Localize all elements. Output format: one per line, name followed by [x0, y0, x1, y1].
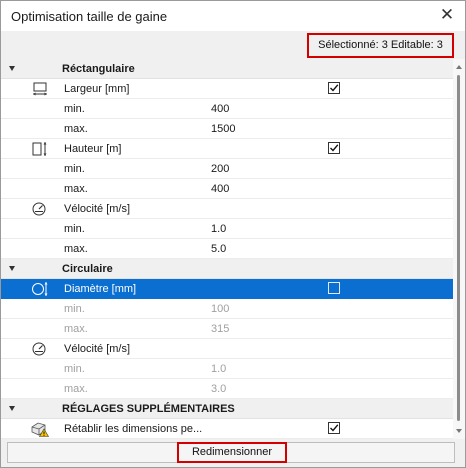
selection-info-bar: Sélectionné: 3 Editable: 3 — [1, 31, 465, 60]
param-min-row[interactable]: min. 1.0 — [1, 359, 465, 379]
min-label: min. — [64, 103, 85, 115]
param-max-row[interactable]: max. 5.0 — [1, 239, 465, 259]
param-max-row[interactable]: max. 1500 — [1, 119, 465, 139]
param-label: Rétablir les dimensions pe... — [64, 423, 203, 435]
max-label: max. — [64, 183, 88, 195]
param-min-row[interactable]: min. 100 — [1, 299, 465, 319]
max-label: max. — [64, 123, 88, 135]
param-row-hauteur[interactable]: Hauteur [m] — [1, 139, 465, 159]
group-header-additional-settings[interactable]: RÉGLAGES SUPPLÉMENTAIRES — [1, 399, 465, 419]
title-bar: Optimisation taille de gaine ✕ — [1, 1, 465, 31]
largeur-checkbox[interactable] — [328, 82, 340, 94]
height-icon — [31, 141, 49, 157]
max-value[interactable]: 400 — [211, 183, 229, 195]
collapse-triangle-icon[interactable] — [9, 266, 15, 271]
group-label: Circulaire — [62, 263, 113, 275]
max-value[interactable]: 3.0 — [211, 383, 226, 395]
param-max-row[interactable]: max. 400 — [1, 179, 465, 199]
retablir-checkbox[interactable] — [328, 422, 340, 434]
min-label: min. — [64, 363, 85, 375]
vertical-scrollbar[interactable] — [453, 59, 465, 439]
min-value[interactable]: 1.0 — [211, 363, 226, 375]
max-value[interactable]: 5.0 — [211, 243, 226, 255]
collapse-triangle-icon[interactable] — [9, 406, 15, 411]
min-label: min. — [64, 303, 85, 315]
group-header-rectangular[interactable]: Réctangulaire — [1, 59, 465, 79]
max-value[interactable]: 1500 — [211, 123, 235, 135]
min-value[interactable]: 400 — [211, 103, 229, 115]
param-row-velocite[interactable]: Vélocité [m/s] — [1, 199, 465, 219]
min-label: min. — [64, 163, 85, 175]
scroll-up-icon[interactable] — [456, 65, 462, 69]
max-value[interactable]: 315 — [211, 323, 229, 335]
min-label: min. — [64, 223, 85, 235]
param-label: Vélocité [m/s] — [64, 343, 131, 355]
diameter-icon — [31, 281, 49, 297]
hauteur-checkbox[interactable] — [328, 142, 340, 154]
param-max-row[interactable]: max. 315 — [1, 319, 465, 339]
close-icon[interactable]: ✕ — [437, 5, 457, 25]
duct-size-optimization-dialog: Optimisation taille de gaine ✕ Sélection… — [0, 0, 466, 468]
param-row-retablir[interactable]: Rétablir les dimensions pe... — [1, 419, 465, 439]
dialog-footer: Redimensionner — [1, 439, 465, 467]
max-label: max. — [64, 383, 88, 395]
velocity-gauge-icon — [31, 341, 49, 357]
selection-status: Sélectionné: 3 Editable: 3 — [307, 33, 454, 58]
collapse-triangle-icon[interactable] — [9, 66, 15, 71]
min-value[interactable]: 1.0 — [211, 223, 226, 235]
max-label: max. — [64, 323, 88, 335]
velocity-gauge-icon — [31, 201, 49, 217]
diametre-checkbox[interactable] — [328, 282, 340, 294]
param-label: Hauteur [m] — [64, 143, 122, 155]
window-title: Optimisation taille de gaine — [11, 9, 168, 24]
param-label: Diamètre [mm] — [64, 283, 137, 295]
max-label: max. — [64, 243, 88, 255]
scrollbar-thumb[interactable] — [457, 75, 460, 421]
param-min-row[interactable]: min. 200 — [1, 159, 465, 179]
param-min-row[interactable]: min. 400 — [1, 99, 465, 119]
parameter-grid: Réctangulaire Largeur [mm] min. 400 max.… — [1, 59, 465, 439]
param-row-largeur[interactable]: Largeur [mm] — [1, 79, 465, 99]
param-max-row[interactable]: max. 3.0 — [1, 379, 465, 399]
resize-button-label: Redimensionner — [177, 442, 287, 463]
param-row-velocite-circ[interactable]: Vélocité [m/s] — [1, 339, 465, 359]
min-value[interactable]: 200 — [211, 163, 229, 175]
resize-button[interactable]: Redimensionner — [7, 442, 455, 463]
group-header-circular[interactable]: Circulaire — [1, 259, 465, 279]
min-value[interactable]: 100 — [211, 303, 229, 315]
scroll-down-icon[interactable] — [456, 429, 462, 433]
group-label: Réctangulaire — [62, 63, 135, 75]
param-label: Largeur [mm] — [64, 83, 130, 95]
width-icon — [31, 81, 49, 97]
group-label: RÉGLAGES SUPPLÉMENTAIRES — [62, 403, 235, 415]
param-row-diametre[interactable]: Diamètre [mm] — [1, 279, 465, 299]
param-label: Vélocité [m/s] — [64, 203, 131, 215]
warning-duct-icon — [31, 421, 50, 437]
param-min-row[interactable]: min. 1.0 — [1, 219, 465, 239]
